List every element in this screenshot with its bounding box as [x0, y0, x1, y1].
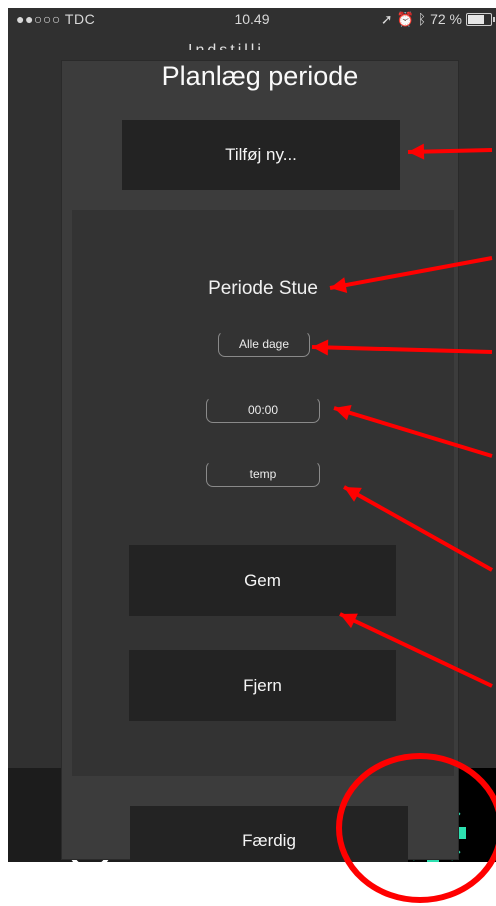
annotation-arrow-line	[311, 345, 493, 354]
annotation-arrow-line	[333, 406, 493, 458]
annotation-arrow-line	[339, 612, 493, 688]
annotation-arrow-line	[329, 256, 493, 290]
annotation-arrow-line	[343, 485, 493, 572]
annotation-arrow-head	[312, 339, 329, 356]
annotation-arrow-head	[330, 277, 348, 293]
annotation-arrows	[311, 143, 493, 688]
annotation-overlay	[311, 143, 496, 903]
annotation-circle	[336, 753, 496, 903]
annotation-arrow-head	[408, 143, 425, 160]
